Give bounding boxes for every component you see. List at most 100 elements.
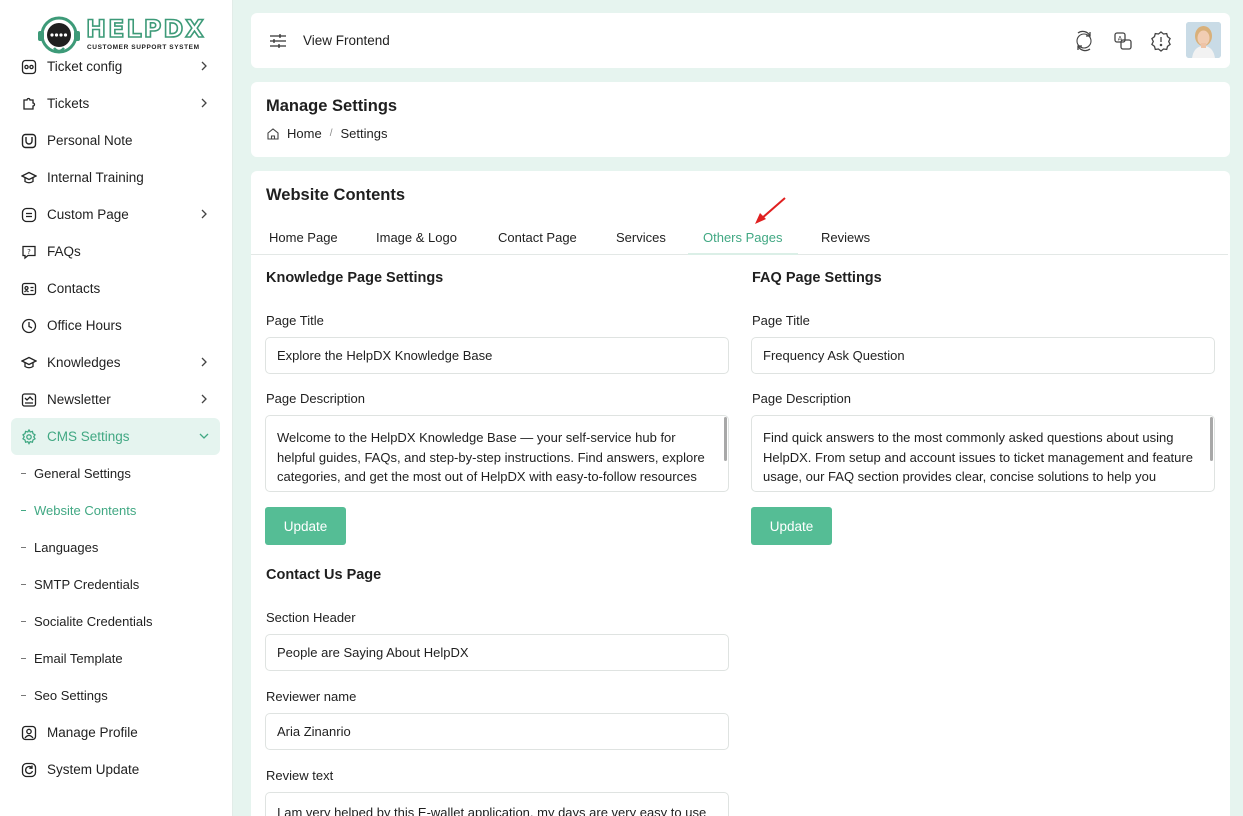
faq-page-title-input[interactable] <box>751 337 1215 374</box>
textarea-scrollbar[interactable] <box>724 417 727 461</box>
knowledge-settings-title: Knowledge Page Settings <box>266 270 444 286</box>
dash-marker <box>21 473 26 474</box>
page-header-card: Manage Settings Home / Settings <box>251 82 1230 157</box>
brand-tagline: CUSTOMER SUPPORT SYSTEM <box>87 44 200 51</box>
sidebar-sub-languages[interactable]: Languages <box>11 529 220 566</box>
chevron-right-icon <box>201 209 207 219</box>
brand-name: HELPDX <box>85 14 206 44</box>
knowledge-page-title-label: Page Title <box>266 313 324 328</box>
sidebar-sub-label: Email Template <box>34 651 123 666</box>
sidebar-item-manage-profile[interactable]: Manage Profile <box>11 714 220 751</box>
translate-icon[interactable]: A <box>1112 30 1134 52</box>
active-tab-indicator <box>688 253 798 255</box>
newsletter-icon <box>20 391 38 409</box>
sidebar-item-label: Office Hours <box>47 318 122 333</box>
sidebar-sub-general-settings[interactable]: General Settings <box>11 455 220 492</box>
section-header-input[interactable] <box>265 634 729 671</box>
sidebar-item-label: FAQs <box>47 244 81 259</box>
sidebar-item-newsletter[interactable]: Newsletter <box>11 381 220 418</box>
sidebar-item-label: Newsletter <box>47 392 111 407</box>
sidebar-item-label: Ticket config <box>47 59 123 74</box>
graduation-cap-icon <box>20 169 38 187</box>
annotation-arrow-icon <box>755 197 786 224</box>
faq-update-button[interactable]: Update <box>751 507 832 545</box>
review-text-label: Review text <box>266 768 334 783</box>
sidebar-sub-smtp-credentials[interactable]: SMTP Credentials <box>11 566 220 603</box>
sidebar-item-label: Internal Training <box>47 170 144 185</box>
book-icon <box>20 354 38 372</box>
clock-icon <box>20 317 38 335</box>
tab-image-logo[interactable]: Image & Logo <box>376 230 457 245</box>
tab-bar: Home Page Image & Logo Contact Page Serv… <box>251 223 1228 255</box>
sidebar-item-office-hours[interactable]: Office Hours <box>11 307 220 344</box>
sidebar-item-label: Personal Note <box>47 133 133 148</box>
sidebar-item-contacts[interactable]: Contacts <box>11 270 220 307</box>
dash-marker <box>21 510 26 511</box>
avatar[interactable] <box>1186 22 1221 58</box>
tab-reviews[interactable]: Reviews <box>821 230 870 245</box>
sidebar-item-label: Custom Page <box>47 207 129 222</box>
tab-services[interactable]: Services <box>616 230 666 245</box>
dash-marker <box>21 547 26 548</box>
sidebar-item-cms-settings[interactable]: CMS Settings <box>11 418 220 455</box>
contact-us-title: Contact Us Page <box>266 567 382 583</box>
view-frontend-link[interactable]: View Frontend <box>303 33 390 48</box>
sidebar-item-tickets[interactable]: Tickets <box>11 85 220 122</box>
knowledge-page-description-textarea[interactable]: Welcome to the HelpDX Knowledge Base — y… <box>265 415 729 492</box>
sidebar-item-custom-page[interactable]: Custom Page <box>11 196 220 233</box>
sidebar-sub-website-contents[interactable]: Website Contents <box>11 492 220 529</box>
faq-page-description-label: Page Description <box>752 391 851 406</box>
knowledge-page-title-input[interactable] <box>265 337 729 374</box>
chevron-right-icon <box>201 394 207 404</box>
sidebar-item-label: Knowledges <box>47 355 121 370</box>
question-icon: ? <box>20 243 38 261</box>
refresh-icon <box>20 761 38 779</box>
tab-home-page[interactable]: Home Page <box>269 230 338 245</box>
reviewer-name-input[interactable] <box>265 713 729 750</box>
brand-logo[interactable]: HELPDX CUSTOMER SUPPORT SYSTEM <box>34 14 206 60</box>
sidebar-item-personal-note[interactable]: Personal Note <box>11 122 220 159</box>
sidebar-nav: Ticket config Tickets Personal Note Inte… <box>11 48 220 788</box>
tab-others-pages[interactable]: Others Pages <box>703 230 783 245</box>
sidebar-item-label: System Update <box>47 762 140 777</box>
sidebar-item-system-update[interactable]: System Update <box>11 751 220 788</box>
sliders-icon[interactable] <box>269 33 287 49</box>
chevron-right-icon <box>201 61 207 71</box>
sidebar-sub-label: Seo Settings <box>34 688 108 703</box>
review-text-textarea[interactable]: I am very helped by this E-wallet applic… <box>265 792 729 816</box>
topbar: View Frontend A <box>251 13 1230 68</box>
chevron-right-icon <box>201 357 207 367</box>
alert-badge-icon[interactable] <box>1150 30 1172 52</box>
chevron-down-icon <box>199 433 209 439</box>
sync-icon[interactable] <box>1073 30 1095 52</box>
contact-card-icon <box>20 280 38 298</box>
sidebar-sub-label: SMTP Credentials <box>34 577 140 592</box>
sidebar-item-faqs[interactable]: ? FAQs <box>11 233 220 270</box>
breadcrumb: Home / Settings <box>266 126 387 141</box>
dash-marker <box>21 658 26 659</box>
sidebar-item-knowledges[interactable]: Knowledges <box>11 344 220 381</box>
note-icon <box>20 132 38 150</box>
headset-logo-icon <box>38 16 80 54</box>
sidebar-sub-label: General Settings <box>34 466 131 481</box>
chevron-right-icon <box>201 98 207 108</box>
section-header-label: Section Header <box>266 610 356 625</box>
knowledge-update-button[interactable]: Update <box>265 507 346 545</box>
tab-contact-page[interactable]: Contact Page <box>498 230 577 245</box>
sidebar-sub-socialite-credentials[interactable]: Socialite Credentials <box>11 603 220 640</box>
textarea-scrollbar[interactable] <box>1210 417 1213 461</box>
sidebar-item-label: Contacts <box>47 281 101 296</box>
sidebar-sub-email-template[interactable]: Email Template <box>11 640 220 677</box>
puzzle-icon <box>20 95 38 113</box>
sidebar-sub-label: Website Contents <box>34 503 137 518</box>
website-contents-card: Website Contents Home Page Image & Logo … <box>251 171 1230 816</box>
faq-page-description-textarea[interactable]: Find quick answers to the most commonly … <box>751 415 1215 492</box>
breadcrumb-separator: / <box>329 128 333 139</box>
svg-text:A: A <box>1118 35 1123 43</box>
page-title: Manage Settings <box>266 97 398 115</box>
breadcrumb-home[interactable]: Home <box>287 126 322 141</box>
reviewer-name-label: Reviewer name <box>266 689 357 704</box>
sidebar-item-internal-training[interactable]: Internal Training <box>11 159 220 196</box>
sidebar-sub-seo-settings[interactable]: Seo Settings <box>11 677 220 714</box>
sidebar-item-label: CMS Settings <box>47 429 130 444</box>
